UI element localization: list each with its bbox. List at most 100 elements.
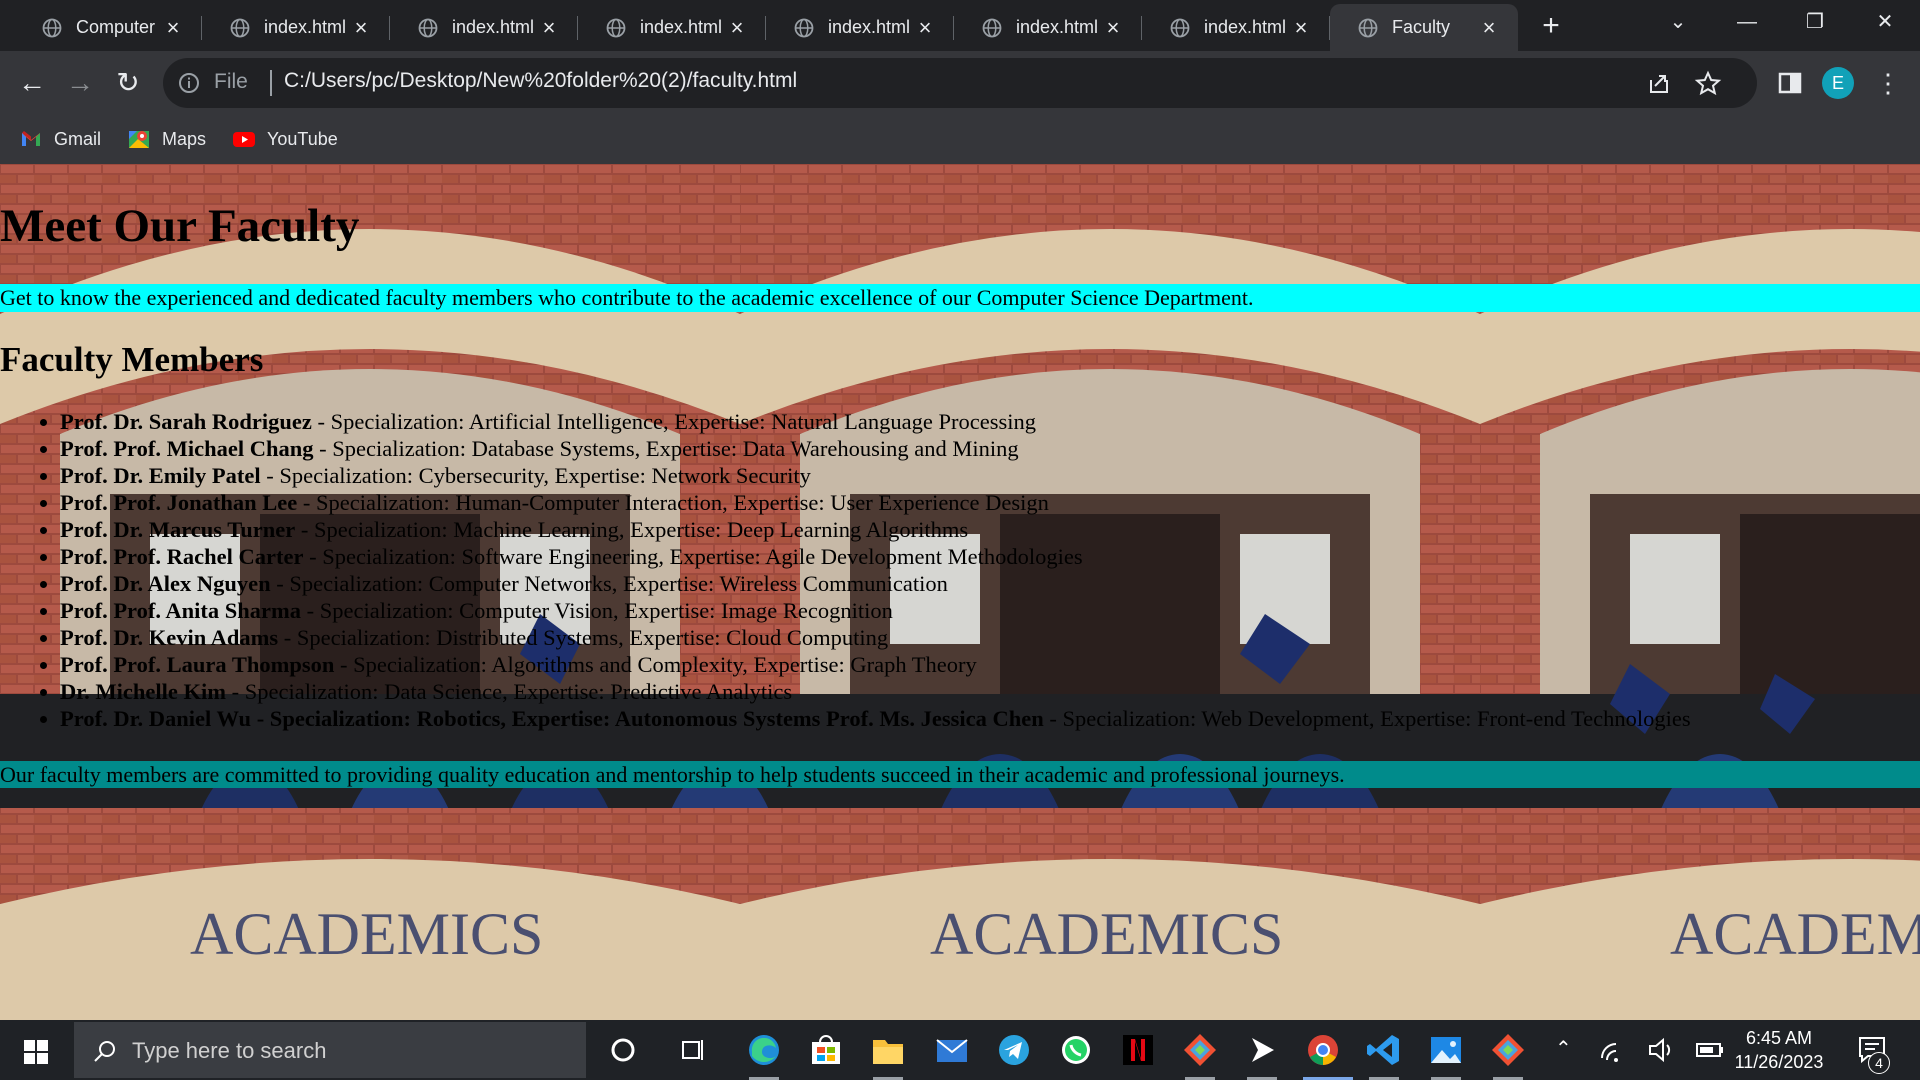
cortana-icon[interactable] — [603, 1030, 643, 1070]
share-icon[interactable] — [1641, 66, 1677, 102]
close-tab-icon[interactable]: × — [538, 15, 560, 41]
faculty-name: Prof. Dr. Daniel Wu - Specialization: Ro… — [60, 706, 1044, 731]
search-placeholder: Type here to search — [132, 1038, 327, 1063]
store-icon[interactable] — [806, 1030, 846, 1070]
git-icon[interactable] — [1180, 1030, 1220, 1070]
maps-icon — [129, 131, 149, 148]
close-window-icon[interactable]: ✕ — [1855, 0, 1915, 44]
mail-icon[interactable] — [932, 1030, 972, 1070]
volume-icon[interactable] — [1645, 1034, 1677, 1066]
reload-icon[interactable]: ↻ — [110, 65, 146, 101]
faculty-list-item: Prof. Prof. Jonathan Lee - Specializatio… — [60, 489, 1691, 516]
globe-icon — [794, 18, 814, 37]
photos-icon[interactable] — [1426, 1030, 1466, 1070]
faculty-list-item: Prof. Prof. Anita Sharma - Specializatio… — [60, 597, 1691, 624]
tab-title: index.html — [828, 17, 911, 37]
new-tab-button[interactable]: + — [1533, 8, 1569, 44]
globe-icon — [230, 18, 250, 37]
globe-icon — [42, 18, 62, 37]
netflix-icon[interactable] — [1118, 1030, 1158, 1070]
close-tab-icon[interactable]: × — [350, 15, 372, 41]
faculty-details: - Specialization: Machine Learning, Expe… — [295, 517, 969, 542]
url-text[interactable]: C:/Users/pc/Desktop/New%20folder%20(2)/f… — [284, 69, 797, 93]
back-icon[interactable]: ← — [14, 65, 50, 101]
faculty-details: - Specialization: Distributed Systems, E… — [278, 625, 889, 650]
tab-search-icon[interactable]: ⌄ — [1648, 0, 1708, 44]
faculty-name: Prof. Prof. Laura Thompson — [60, 652, 335, 677]
section-heading: Faculty Members — [0, 340, 264, 379]
faculty-details: - Specialization: Computer Vision, Exper… — [301, 598, 893, 623]
search-icon — [94, 1041, 115, 1062]
side-panel-icon[interactable] — [1772, 65, 1808, 101]
chrome-icon[interactable] — [1303, 1030, 1343, 1070]
closing-paragraph: Our faculty members are committed to pro… — [0, 761, 1920, 788]
faculty-details: - Specialization: Web Development, Exper… — [1043, 706, 1691, 731]
close-tab-icon[interactable]: × — [726, 15, 748, 41]
bookmark-gmail[interactable]: Gmail — [20, 125, 101, 153]
media-player-icon[interactable] — [1242, 1030, 1282, 1070]
minimize-icon[interactable]: — — [1717, 0, 1777, 44]
bookmark-star-icon[interactable] — [1690, 66, 1726, 102]
git-icon[interactable] — [1488, 1030, 1528, 1070]
faculty-name: Prof. Prof. Anita Sharma — [60, 598, 302, 623]
notification-badge: 4 — [1868, 1052, 1890, 1074]
system-clock[interactable]: 6:45 AM 11/26/2023 — [1724, 1026, 1834, 1074]
faculty-details: - Specialization: Computer Networks, Exp… — [270, 571, 948, 596]
whatsapp-icon[interactable] — [1056, 1030, 1096, 1070]
file-explorer-icon[interactable] — [868, 1030, 908, 1070]
vscode-icon[interactable] — [1364, 1030, 1404, 1070]
forward-icon[interactable]: → — [62, 65, 98, 101]
clock-date: 11/26/2023 — [1734, 1052, 1824, 1072]
gmail-icon — [22, 131, 40, 146]
edge-icon[interactable] — [744, 1030, 784, 1070]
wifi-icon[interactable] — [1598, 1034, 1630, 1066]
restore-icon[interactable]: ❐ — [1785, 0, 1845, 44]
faculty-list-item: Prof. Dr. Sarah Rodriguez - Specializati… — [60, 408, 1691, 435]
globe-icon — [418, 18, 438, 37]
task-view-icon[interactable] — [673, 1030, 713, 1070]
tab-title: index.html — [640, 17, 723, 37]
tab-title: index.html — [264, 17, 347, 37]
tab-strip: Computer × index.html × index.html × index.htm… — [0, 0, 1920, 51]
tab-title: Faculty — [1392, 17, 1451, 37]
close-tab-icon[interactable]: × — [1102, 15, 1124, 41]
menu-kebab-icon[interactable]: ⋮ — [1870, 65, 1906, 101]
close-tab-icon[interactable]: × — [1478, 15, 1500, 41]
faculty-details: - Specialization: Database Systems, Expe… — [313, 436, 1019, 461]
tab[interactable]: Computer × — [14, 4, 202, 51]
faculty-name: Dr. Michelle Kim — [60, 679, 227, 704]
faculty-list-item: Prof. Dr. Kevin Adams - Specialization: … — [60, 624, 1691, 651]
scheme-label: File — [214, 70, 248, 93]
tab[interactable]: index.html × — [954, 4, 1142, 51]
taskbar-search-input[interactable]: Type here to search — [74, 1022, 586, 1078]
tab[interactable]: index.html × — [390, 4, 578, 51]
tab[interactable]: index.html × — [766, 4, 954, 51]
faculty-name: Prof. Dr. Sarah Rodriguez — [60, 409, 312, 434]
telegram-icon[interactable] — [994, 1030, 1034, 1070]
address-bar[interactable]: File C:/Users/pc/Desktop/New%20folder%20… — [163, 58, 1757, 108]
faculty-name: Prof. Dr. Kevin Adams — [60, 625, 279, 650]
faculty-list-item: Prof. Dr. Daniel Wu - Specialization: Ro… — [60, 705, 1691, 732]
info-icon[interactable] — [177, 71, 201, 95]
intro-paragraph: Get to know the experienced and dedicate… — [0, 284, 1920, 312]
sign-text: ACADEMICS — [930, 901, 1283, 967]
close-tab-icon[interactable]: × — [1290, 15, 1312, 41]
bookmark-maps[interactable]: Maps — [128, 125, 206, 153]
tab-title: Computer — [76, 17, 156, 37]
bookmark-youtube[interactable]: YouTube — [233, 125, 338, 153]
tab-active[interactable]: Faculty × — [1330, 4, 1518, 51]
windows-start-icon[interactable] — [14, 1034, 58, 1070]
faculty-details: - Specialization: Artificial Intelligenc… — [311, 409, 1037, 434]
tab[interactable]: index.html × — [578, 4, 766, 51]
profile-avatar[interactable]: E — [1822, 67, 1854, 99]
close-tab-icon[interactable]: × — [162, 15, 184, 41]
tab[interactable]: index.html × — [1142, 4, 1330, 51]
close-tab-icon[interactable]: × — [914, 15, 936, 41]
youtube-icon — [233, 132, 255, 147]
battery-icon[interactable] — [1694, 1034, 1726, 1066]
globe-icon — [1170, 18, 1190, 37]
faculty-list-item: Dr. Michelle Kim - Specialization: Data … — [60, 678, 1691, 705]
tab[interactable]: index.html × — [202, 4, 390, 51]
show-hidden-icons-icon[interactable]: ⌃ — [1555, 1036, 1572, 1061]
faculty-name: Prof. Dr. Alex Nguyen — [60, 571, 271, 596]
